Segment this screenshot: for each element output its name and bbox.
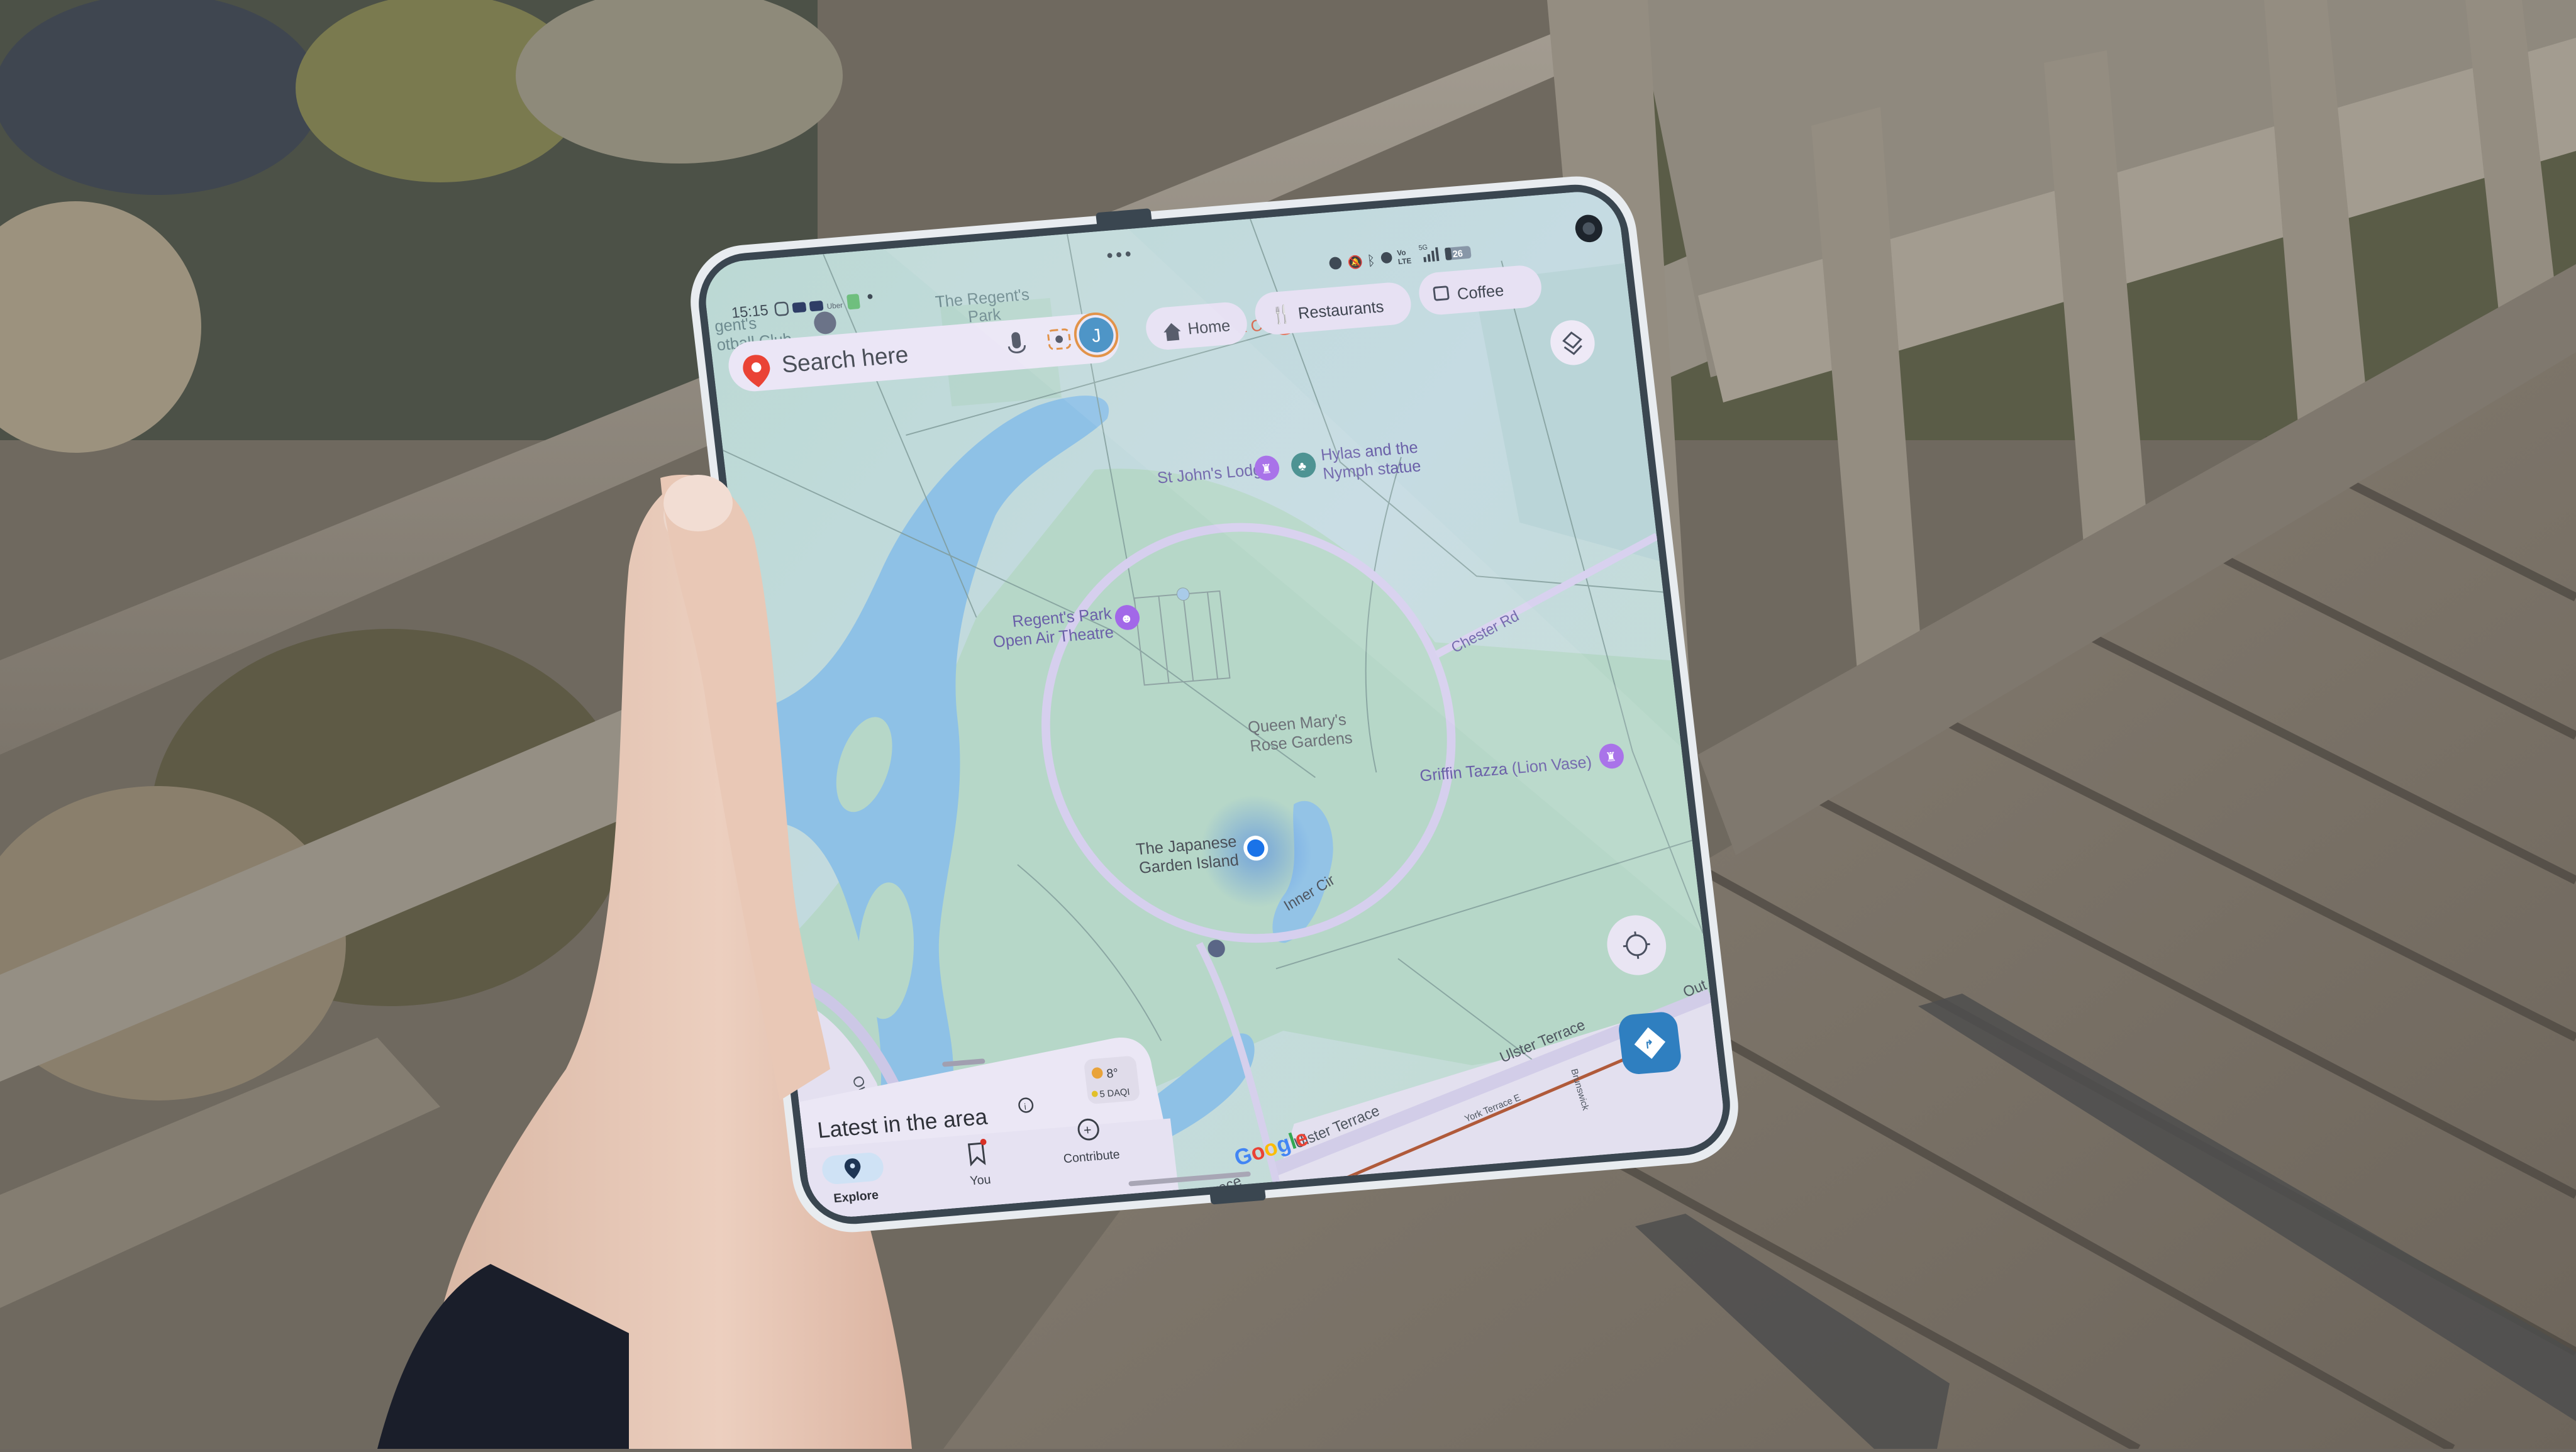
screen: Broad Walk Cafe ☕ St John's Lodge ♜ ♣ Hy… bbox=[701, 189, 1731, 1244]
chip-coffee-label: Coffee bbox=[1457, 282, 1505, 303]
weather-temp: 8° bbox=[1106, 1066, 1119, 1081]
status-time: 15:15 bbox=[731, 302, 769, 322]
youtube-icon bbox=[809, 301, 823, 312]
scene-svg: Broad Walk Cafe ☕ St John's Lodge ♜ ♣ Hy… bbox=[0, 0, 2576, 1449]
thumb-nail bbox=[663, 475, 733, 531]
restaurant-icon: 🍴 bbox=[1270, 304, 1294, 326]
nav-you-label: You bbox=[969, 1173, 991, 1189]
photo-scene: Broad Walk Cafe ☕ St John's Lodge ♜ ♣ Hy… bbox=[0, 0, 2576, 1449]
theatre-glyph: ☻ bbox=[1119, 611, 1134, 626]
network-type: 5G bbox=[1418, 243, 1428, 252]
directions-arrow: ↱ bbox=[1644, 1038, 1655, 1051]
volte-bottom: LTE bbox=[1397, 256, 1412, 266]
uber-icon: Uber bbox=[826, 301, 843, 311]
battery-level: 26 bbox=[1452, 249, 1463, 260]
app-icon bbox=[847, 294, 860, 309]
youtube-icon bbox=[792, 302, 806, 313]
volte-top: Vo bbox=[1397, 248, 1407, 257]
muted-bell-icon: 🔕 bbox=[1347, 255, 1364, 270]
phone: Broad Walk Cafe ☕ St John's Lodge ♜ ♣ Hy… bbox=[684, 169, 1745, 1246]
